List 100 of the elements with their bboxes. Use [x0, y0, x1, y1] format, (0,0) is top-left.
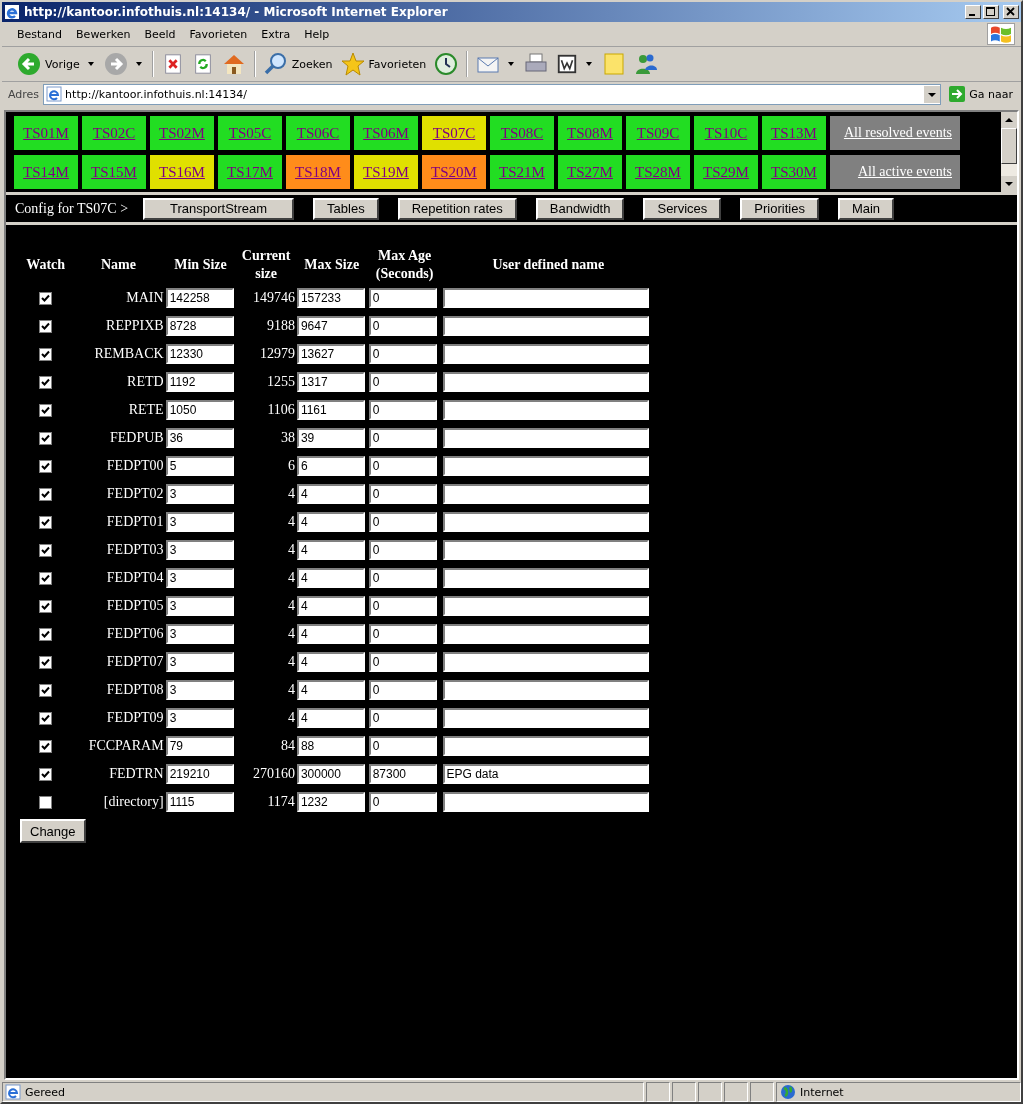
min-size-field[interactable]: 3: [165, 624, 234, 644]
min-size-field[interactable]: 3: [165, 708, 234, 728]
max-age-field[interactable]: 87300: [368, 764, 437, 784]
menu-item[interactable]: Extra: [254, 27, 298, 41]
watch-checkbox[interactable]: [39, 292, 53, 306]
station-link[interactable]: TS19M: [354, 155, 418, 189]
station-link[interactable]: TS08M: [558, 116, 622, 150]
min-size-field[interactable]: 3: [165, 512, 234, 532]
watch-checkbox[interactable]: [39, 628, 53, 642]
max-size-field[interactable]: 1161: [296, 400, 365, 420]
max-age-field[interactable]: 0: [368, 456, 437, 476]
min-size-field[interactable]: 1050: [165, 400, 234, 420]
min-size-field[interactable]: 5: [165, 456, 234, 476]
max-size-field[interactable]: 39: [296, 428, 365, 448]
watch-checkbox[interactable]: [39, 488, 53, 502]
station-link[interactable]: TS13M: [762, 116, 826, 150]
min-size-field[interactable]: 1115: [165, 792, 234, 812]
max-age-field[interactable]: 0: [368, 708, 437, 728]
max-age-field[interactable]: 0: [368, 792, 437, 812]
nav-button[interactable]: Main: [837, 197, 895, 220]
station-link[interactable]: TS09C: [626, 116, 690, 150]
user-name-field[interactable]: [442, 316, 649, 336]
max-size-field[interactable]: 88: [296, 736, 365, 756]
nav-button[interactable]: Priorities: [740, 197, 819, 220]
station-link[interactable]: TS27M: [558, 155, 622, 189]
min-size-field[interactable]: 219210: [165, 764, 234, 784]
max-size-field[interactable]: 4: [296, 512, 365, 532]
min-size-field[interactable]: 79: [165, 736, 234, 756]
nav-button[interactable]: Bandwidth: [535, 197, 625, 220]
menu-item[interactable]: Bestand: [10, 27, 70, 41]
user-name-field[interactable]: [442, 792, 649, 812]
menu-item[interactable]: Help: [297, 27, 337, 41]
max-age-field[interactable]: 0: [368, 568, 437, 588]
menu-item[interactable]: Beeld: [137, 27, 183, 41]
min-size-field[interactable]: 142258: [165, 288, 234, 308]
station-link[interactable]: TS18M: [286, 155, 350, 189]
watch-checkbox[interactable]: [39, 432, 53, 446]
watch-checkbox[interactable]: [39, 796, 53, 810]
watch-checkbox[interactable]: [39, 684, 53, 698]
min-size-field[interactable]: 1192: [165, 372, 234, 392]
watch-checkbox[interactable]: [39, 740, 53, 754]
max-age-field[interactable]: 0: [368, 736, 437, 756]
events-link[interactable]: All active events: [830, 155, 960, 189]
watch-checkbox[interactable]: [39, 348, 53, 362]
go-button[interactable]: Ga naar: [945, 86, 1017, 102]
max-size-field[interactable]: 4: [296, 652, 365, 672]
max-size-field[interactable]: 6: [296, 456, 365, 476]
watch-checkbox[interactable]: [39, 404, 53, 418]
min-size-field[interactable]: 3: [165, 652, 234, 672]
station-link[interactable]: TS20M: [422, 155, 486, 189]
user-name-field[interactable]: [442, 512, 649, 532]
user-name-field[interactable]: [442, 456, 649, 476]
max-age-field[interactable]: 0: [368, 596, 437, 616]
min-size-field[interactable]: 8728: [165, 316, 234, 336]
user-name-field[interactable]: [442, 288, 649, 308]
user-name-field[interactable]: [442, 372, 649, 392]
maximize-button[interactable]: [983, 5, 999, 19]
watch-checkbox[interactable]: [39, 600, 53, 614]
watch-checkbox[interactable]: [39, 544, 53, 558]
user-name-field[interactable]: [442, 400, 649, 420]
station-link[interactable]: TS08C: [490, 116, 554, 150]
max-age-field[interactable]: 0: [368, 288, 437, 308]
max-size-field[interactable]: 13627: [296, 344, 365, 364]
min-size-field[interactable]: 3: [165, 596, 234, 616]
station-link[interactable]: TS21M: [490, 155, 554, 189]
nav-button[interactable]: Repetition rates: [397, 197, 517, 220]
min-size-field[interactable]: 3: [165, 568, 234, 588]
max-size-field[interactable]: 157233: [296, 288, 365, 308]
close-button[interactable]: [1003, 5, 1019, 19]
max-size-field[interactable]: 4: [296, 624, 365, 644]
watch-checkbox[interactable]: [39, 768, 53, 782]
user-name-field[interactable]: [442, 652, 649, 672]
max-size-field[interactable]: 9647: [296, 316, 365, 336]
max-age-field[interactable]: 0: [368, 372, 437, 392]
dropdown-icon[interactable]: [924, 85, 941, 103]
user-name-field[interactable]: [442, 736, 649, 756]
user-name-field[interactable]: [442, 708, 649, 728]
max-age-field[interactable]: 0: [368, 344, 437, 364]
station-link[interactable]: TS17M: [218, 155, 282, 189]
max-age-field[interactable]: 0: [368, 316, 437, 336]
station-link[interactable]: TS06M: [354, 116, 418, 150]
nav-button[interactable]: Tables: [313, 197, 379, 220]
min-size-field[interactable]: 36: [165, 428, 234, 448]
max-age-field[interactable]: 0: [368, 540, 437, 560]
watch-checkbox[interactable]: [39, 712, 53, 726]
station-link[interactable]: TS28M: [626, 155, 690, 189]
station-link[interactable]: TS07C: [422, 116, 486, 150]
watch-checkbox[interactable]: [39, 320, 53, 334]
max-size-field[interactable]: 300000: [296, 764, 365, 784]
station-link[interactable]: TS16M: [150, 155, 214, 189]
user-name-field[interactable]: [442, 428, 649, 448]
max-age-field[interactable]: 0: [368, 680, 437, 700]
max-age-field[interactable]: 0: [368, 484, 437, 504]
max-size-field[interactable]: 1317: [296, 372, 365, 392]
max-age-field[interactable]: 0: [368, 512, 437, 532]
station-link[interactable]: TS10C: [694, 116, 758, 150]
station-link[interactable]: TS15M: [82, 155, 146, 189]
watch-checkbox[interactable]: [39, 516, 53, 530]
user-name-field[interactable]: [442, 540, 649, 560]
max-size-field[interactable]: 4: [296, 484, 365, 504]
